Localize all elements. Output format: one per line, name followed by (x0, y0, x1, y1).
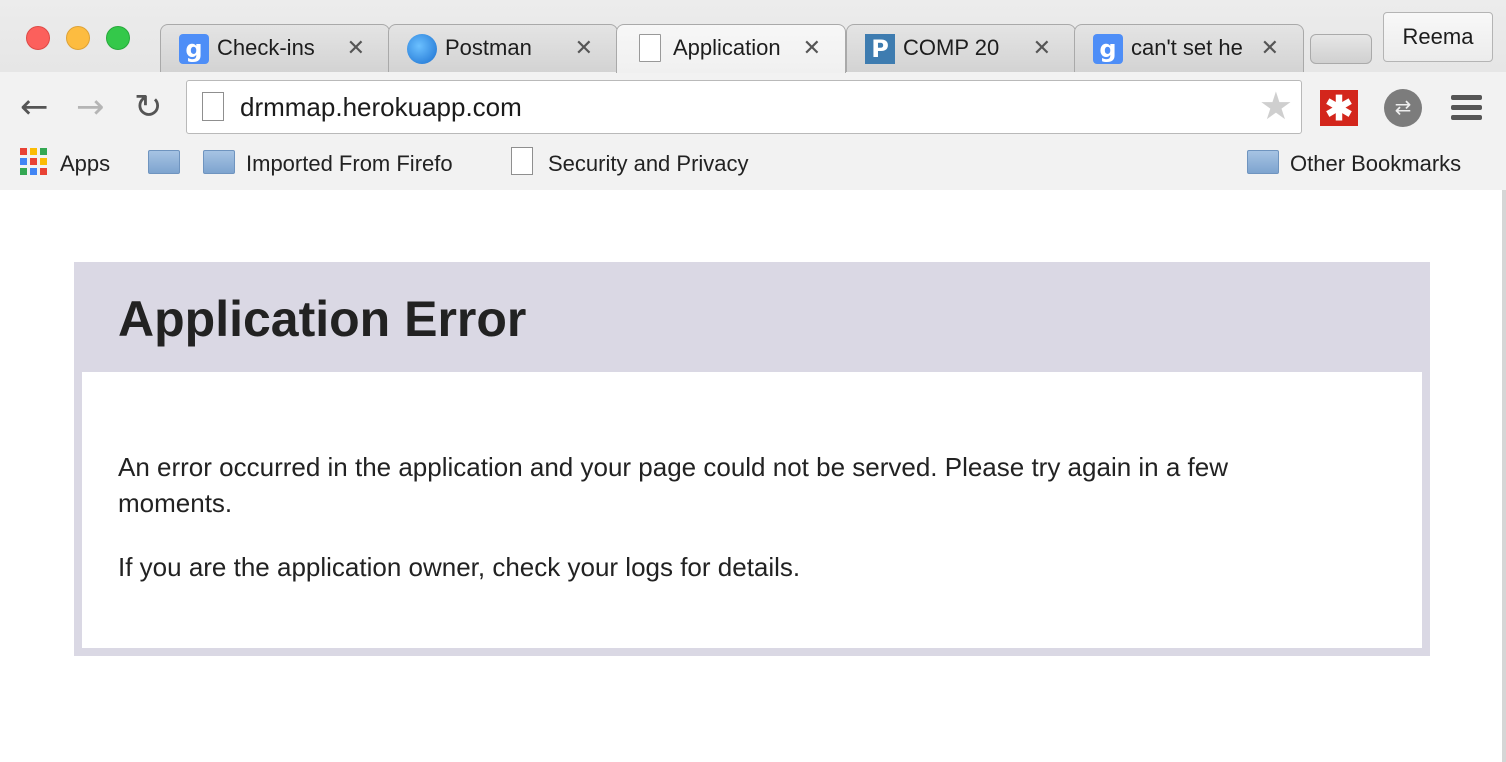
reload-icon[interactable]: ↻ (134, 90, 163, 124)
new-tab-button[interactable] (1310, 34, 1372, 64)
folder-icon[interactable] (203, 150, 235, 174)
url-text[interactable]: drmmap.herokuapp.com (240, 92, 522, 123)
extension-icon[interactable]: ⇄ (1384, 89, 1422, 127)
window-edge (1502, 190, 1506, 762)
tab-label: Check-ins (217, 35, 315, 60)
tab-application[interactable]: Application ✕ (616, 24, 846, 73)
folder-icon[interactable] (1247, 150, 1279, 174)
tab-comp-20[interactable]: P COMP 20 ✕ (846, 24, 1076, 72)
page-title: Application Error (118, 291, 527, 347)
error-panel: Application Error An error occurred in t… (74, 262, 1430, 656)
page-icon (639, 34, 661, 62)
page-icon (511, 147, 533, 175)
lastpass-extension-icon[interactable]: ✱ (1320, 90, 1358, 128)
forward-arrow-icon[interactable]: → (76, 90, 105, 124)
address-bar[interactable]: drmmap.herokuapp.com ★ (186, 80, 1302, 134)
piazza-icon: P (865, 34, 895, 64)
tab-label: Postman (445, 35, 532, 60)
tab-label: Application (673, 35, 781, 60)
tab-cant-set[interactable]: g can't set he ✕ (1074, 24, 1304, 72)
browser-chrome: g Check-ins ✕ Postman ✕ Application ✕ P … (0, 0, 1506, 190)
globe-icon (407, 34, 437, 64)
bookmark-security-and-privacy[interactable]: Security and Privacy (548, 151, 749, 177)
page-icon (202, 92, 224, 121)
tab-postman[interactable]: Postman ✕ (388, 24, 618, 72)
bookmark-other-bookmarks[interactable]: Other Bookmarks (1290, 151, 1461, 177)
window-close-button[interactable] (26, 26, 50, 50)
bookmark-star-icon[interactable]: ★ (1259, 84, 1293, 128)
folder-icon[interactable] (148, 150, 180, 174)
close-icon[interactable]: ✕ (347, 35, 365, 61)
bookmark-apps[interactable]: Apps (60, 151, 110, 177)
error-body: An error occurred in the application and… (82, 372, 1422, 648)
tab-label: can't set he (1131, 35, 1243, 60)
bookmark-imported-from-firefox[interactable]: Imported From Firefo (246, 151, 476, 177)
title-bar: g Check-ins ✕ Postman ✕ Application ✕ P … (0, 0, 1506, 73)
window-minimize-button[interactable] (66, 26, 90, 50)
google-icon: g (1093, 34, 1123, 64)
tab-label: COMP 20 (903, 35, 1000, 60)
toolbar: ← → ↻ drmmap.herokuapp.com ★ ✱ ⇄ (0, 72, 1506, 142)
close-icon[interactable]: ✕ (575, 35, 593, 61)
menu-icon[interactable] (1451, 95, 1482, 121)
close-icon[interactable]: ✕ (1261, 35, 1279, 61)
close-icon[interactable]: ✕ (803, 35, 821, 61)
window-maximize-button[interactable] (106, 26, 130, 50)
apps-grid-icon[interactable] (20, 148, 47, 175)
back-arrow-icon[interactable]: ← (20, 90, 49, 124)
close-icon[interactable]: ✕ (1033, 35, 1051, 61)
error-message: An error occurred in the application and… (118, 452, 1229, 518)
google-icon: g (179, 34, 209, 64)
tab-check-ins[interactable]: g Check-ins ✕ (160, 24, 390, 72)
profile-button[interactable]: Reema (1383, 12, 1493, 62)
error-hint: If you are the application owner, check … (118, 552, 801, 582)
